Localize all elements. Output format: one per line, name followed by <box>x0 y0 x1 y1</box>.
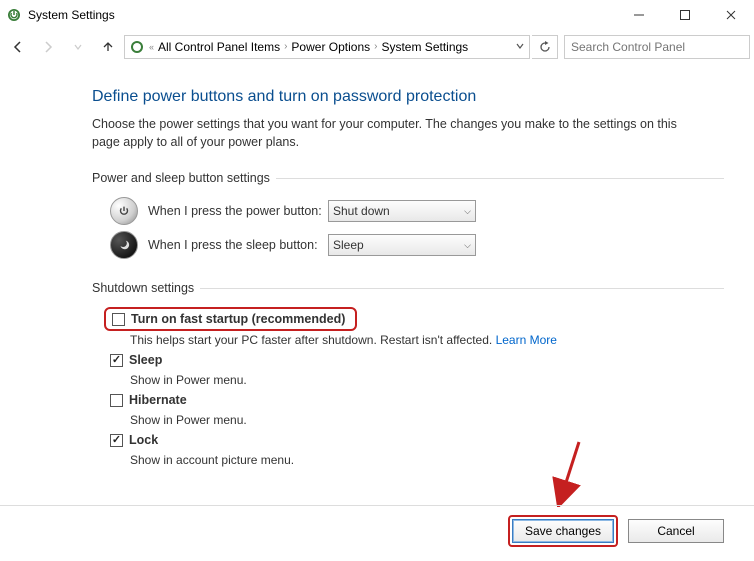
breadcrumb-item[interactable]: Power Options <box>291 40 370 54</box>
breadcrumb-item[interactable]: System Settings <box>381 40 468 54</box>
sleep-row: Sleep <box>110 353 714 367</box>
learn-more-link[interactable]: Learn More <box>496 333 557 347</box>
breadcrumb-item[interactable]: All Control Panel Items <box>158 40 280 54</box>
sleep-sub: Show in Power menu. <box>92 373 714 387</box>
address-dropdown-icon[interactable] <box>515 40 525 54</box>
power-button-select[interactable]: Shut down⌵ <box>328 200 476 222</box>
sleep-button-label: When I press the sleep button: <box>148 238 328 252</box>
lock-sub: Show in account picture menu. <box>92 453 714 467</box>
sleep-label: Sleep <box>129 353 162 367</box>
sleep-icon <box>110 231 138 259</box>
minimize-button[interactable] <box>616 0 662 30</box>
content: Define power buttons and turn on passwor… <box>0 64 754 467</box>
lock-label: Lock <box>129 433 158 447</box>
fast-startup-sub: This helps start your PC faster after sh… <box>92 333 714 347</box>
fast-startup-checkbox[interactable] <box>112 313 125 326</box>
lock-checkbox[interactable] <box>110 434 123 447</box>
section-power-sleep-heading: Power and sleep button settings <box>92 171 714 185</box>
refresh-button[interactable] <box>532 35 558 59</box>
title-bar: System Settings <box>0 0 754 30</box>
fast-startup-highlight: Turn on fast startup (recommended) <box>92 307 714 331</box>
window-title: System Settings <box>28 8 616 22</box>
chevron-right-icon: › <box>284 41 287 52</box>
hibernate-sub: Show in Power menu. <box>92 413 714 427</box>
sleep-button-row: When I press the sleep button: Sleep⌵ <box>92 231 714 259</box>
annotation-arrow <box>544 437 594 507</box>
sleep-checkbox[interactable] <box>110 354 123 367</box>
up-button[interactable] <box>94 33 122 61</box>
section-shutdown-heading: Shutdown settings <box>92 281 714 295</box>
search-input[interactable] <box>565 40 749 54</box>
chevron-right-icon: › <box>374 41 377 52</box>
hibernate-checkbox[interactable] <box>110 394 123 407</box>
lock-row: Lock <box>110 433 714 447</box>
power-icon <box>110 197 138 225</box>
close-button[interactable] <box>708 0 754 30</box>
sleep-button-select[interactable]: Sleep⌵ <box>328 234 476 256</box>
cancel-button[interactable]: Cancel <box>628 519 724 543</box>
chevron-down-icon: ⌵ <box>464 206 471 217</box>
control-panel-icon <box>129 39 145 55</box>
chevron-down-icon: ⌵ <box>464 240 471 251</box>
power-options-icon <box>6 7 22 23</box>
save-highlight: Save changes <box>508 515 618 547</box>
power-button-row: When I press the power button: Shut down… <box>92 197 714 225</box>
chevron-icon: « <box>149 42 154 52</box>
search-box[interactable] <box>564 35 750 59</box>
recent-dropdown[interactable] <box>64 33 92 61</box>
footer: Save changes Cancel <box>0 515 754 547</box>
nav-bar: « All Control Panel Items › Power Option… <box>0 30 754 64</box>
maximize-button[interactable] <box>662 0 708 30</box>
hibernate-row: Hibernate <box>110 393 714 407</box>
address-bar[interactable]: « All Control Panel Items › Power Option… <box>124 35 530 59</box>
page-heading: Define power buttons and turn on passwor… <box>92 88 714 106</box>
save-button[interactable]: Save changes <box>512 519 614 543</box>
fast-startup-label: Turn on fast startup (recommended) <box>131 312 345 326</box>
power-button-label: When I press the power button: <box>148 204 328 218</box>
page-intro: Choose the power settings that you want … <box>92 116 692 151</box>
forward-button[interactable] <box>34 33 62 61</box>
fast-startup-row: Turn on fast startup (recommended) <box>112 312 345 326</box>
back-button[interactable] <box>4 33 32 61</box>
hibernate-label: Hibernate <box>129 393 187 407</box>
